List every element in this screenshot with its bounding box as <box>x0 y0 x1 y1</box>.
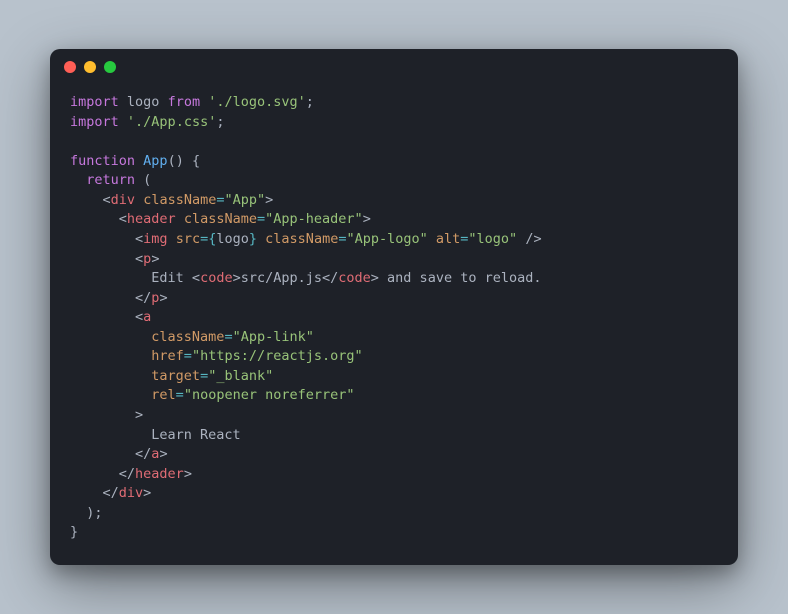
close-icon[interactable] <box>64 61 76 73</box>
code-line: </div> <box>70 485 151 501</box>
code-line: href="https://reactjs.org" <box>70 348 363 364</box>
code-content: import logo from './logo.svg'; import '.… <box>50 85 738 565</box>
code-line: </a> <box>70 446 168 462</box>
code-editor-window: import logo from './logo.svg'; import '.… <box>50 49 738 565</box>
code-line: > <box>70 407 143 423</box>
maximize-icon[interactable] <box>104 61 116 73</box>
code-line: Edit <code>src/App.js</code> and save to… <box>70 270 541 286</box>
code-line: <div className="App"> <box>70 192 273 208</box>
window-titlebar <box>50 49 738 85</box>
code-line: className="App-link" <box>70 329 314 345</box>
code-line: target="_blank" <box>70 368 273 384</box>
code-line: <header className="App-header"> <box>70 211 371 227</box>
code-line: Learn React <box>70 427 241 443</box>
code-line: return ( <box>70 172 151 188</box>
code-line: function App() { <box>70 153 200 169</box>
code-line: import './App.css'; <box>70 114 224 130</box>
code-line: <p> <box>70 251 159 267</box>
code-line: ); <box>70 505 103 521</box>
code-line: <img src={logo} className="App-logo" alt… <box>70 231 542 247</box>
code-line: rel="noopener noreferrer" <box>70 387 355 403</box>
code-line: } <box>70 524 78 540</box>
code-line: import logo from './logo.svg'; <box>70 94 314 110</box>
code-line: </p> <box>70 290 168 306</box>
code-line: </header> <box>70 466 192 482</box>
minimize-icon[interactable] <box>84 61 96 73</box>
code-line: <a <box>70 309 151 325</box>
